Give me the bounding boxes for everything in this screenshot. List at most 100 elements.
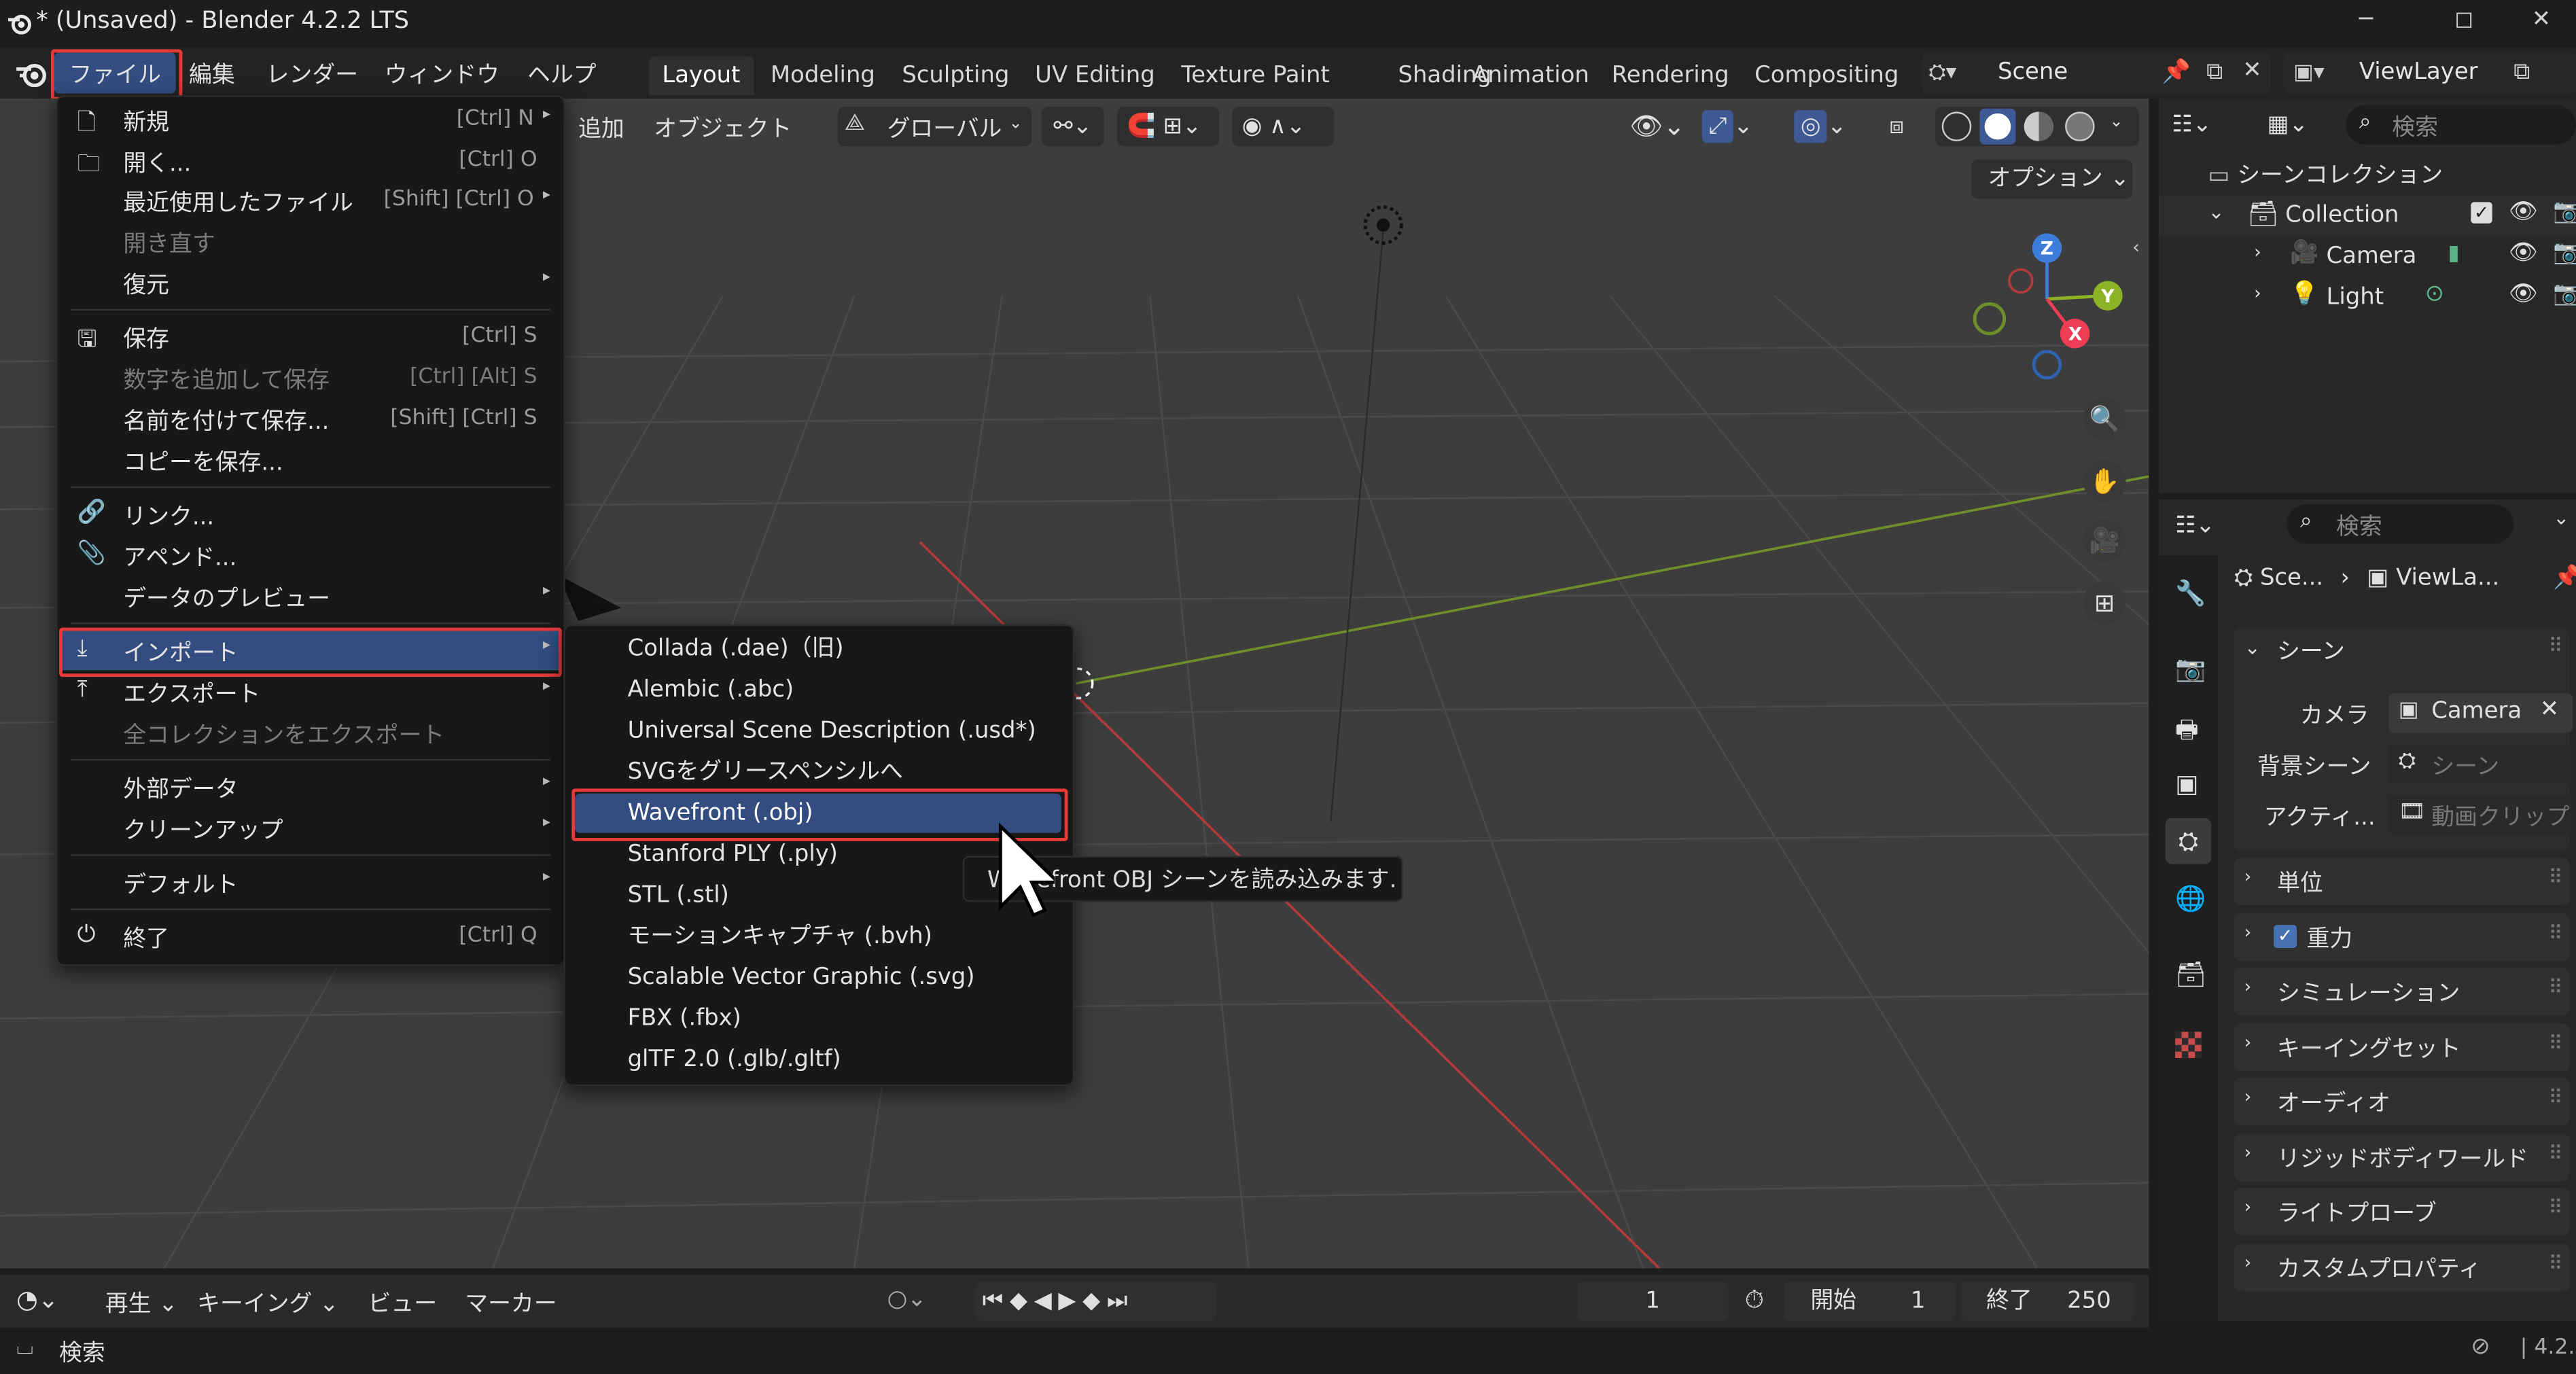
shading-options-chevron-icon[interactable]: ⌄ [2109,113,2123,132]
properties-options-chevron-icon[interactable]: ⌄ [2553,506,2569,529]
rendered-shading-icon[interactable] [2065,111,2095,141]
import-svg-grease-pencil[interactable]: SVGをグリースペンシルへ [628,752,903,792]
outliner-display-mode-icon[interactable]: ▦⌄ [2267,105,2333,145]
menu-item-cleanup[interactable]: クリーンアップ ▸ [60,809,560,848]
perspective-grid-icon[interactable]: ⊞ [2083,581,2126,624]
tool-tab-icon[interactable]: 🔧 [2175,578,2206,608]
view-layer-selector[interactable]: ▣▾ ViewLayer ⧉ [2283,52,2576,94]
import-svg[interactable]: Scalable Vector Graphic (.svg) [628,958,975,998]
pin-icon[interactable]: 📌 [2553,565,2576,592]
texture-tab-icon[interactable] [2175,1032,2202,1059]
gizmo-icon[interactable]: ⤢ ⌄ [1701,107,1778,146]
tab-uv-editing[interactable]: UV Editing [1022,56,1168,95]
menu-help[interactable]: ヘルプ [527,58,597,90]
properties-editor-type-icon[interactable]: ☷⌄ [2175,506,2241,546]
expand-chevron-icon[interactable]: › [2254,241,2261,262]
outliner-item-camera[interactable]: › 🎥 Camera ▮ 👁 📷 [2159,236,2576,277]
render-camera-icon[interactable]: 📷 [2553,281,2576,307]
menu-item-quit[interactable]: ⏻ 終了 [Ctrl] Q [60,917,560,956]
viewport-options-dropdown[interactable]: オプション ⌄ [1971,159,2133,199]
camera-view-icon[interactable]: 🎥 [2083,519,2126,562]
menu-render[interactable]: レンダー [266,58,358,90]
outliner-item-light[interactable]: › 💡 Light ⊙ 👁 📷 [2159,278,2576,319]
audio-panel[interactable]: › オーディオ ⠿ [2234,1078,2570,1126]
menu-file[interactable]: ファイル [69,58,161,90]
tab-sculpting[interactable]: Sculpting [889,56,1023,95]
tab-texture-paint[interactable]: Texture Paint [1168,56,1343,95]
play-icon[interactable]: ▶ [1058,1288,1082,1315]
scene-collection-row[interactable]: ▭ シーンコレクション [2208,158,2443,190]
drag-handle-icon[interactable]: ⠿ [2548,1032,2562,1055]
expand-chevron-icon[interactable]: › [2254,283,2261,304]
minimize-button[interactable]: ─ [2359,7,2373,33]
active-clip-field[interactable]: 🎞 動画クリップ [2388,795,2573,835]
menu-item-save[interactable]: 🖫 保存 [Ctrl] S [60,317,560,357]
gravity-checkbox[interactable]: ✓ [2274,925,2297,949]
keying-sets-panel[interactable]: › キーイングセット ⠿ [2234,1023,2570,1072]
drag-handle-icon[interactable]: ⠿ [2548,634,2562,657]
import-alembic[interactable]: Alembic (.abc) [628,670,794,709]
play-reverse-icon[interactable]: ◀ [1034,1288,1059,1315]
import-usd[interactable]: Universal Scene Description (.usd*) [628,711,1036,751]
drag-handle-icon[interactable]: ⠿ [2548,866,2562,889]
navigation-gizmo[interactable]: Z Y X [1965,230,2136,394]
import-gltf[interactable]: glTF 2.0 (.glb/.gltf) [628,1040,841,1079]
eye-icon[interactable]: 👁 [2509,199,2538,226]
new-view-layer-icon[interactable]: ⧉ [2513,54,2530,90]
render-tab-icon[interactable]: 📷 [2175,654,2206,684]
render-camera-icon[interactable]: 📷 [2553,240,2576,266]
import-collada[interactable]: Collada (.dae)（旧) [628,629,844,669]
outliner-search-input[interactable]: ⌕ 検索 [2346,105,2576,145]
overlay-icon[interactable]: ◎ ⌄ [1794,107,1869,146]
visibility-icon[interactable]: 👁⌄ [1629,107,1692,146]
custom-properties-panel[interactable]: › カスタムプロパティ ⠿ [2234,1244,2570,1292]
menu-item-save-as[interactable]: 名前を付けて保存... [Shift] [Ctrl] S [60,400,560,439]
proportional-edit-icon[interactable]: ◉ ∧⌄ [1232,107,1335,147]
new-scene-icon[interactable]: ⧉ [2206,54,2223,90]
camera-field[interactable]: ▣ Camera ✕ [2388,693,2573,733]
output-tab-icon[interactable]: 🖶 [2175,713,2198,754]
collapse-chevron-icon[interactable]: ⌄ [2208,200,2224,224]
world-tab-icon[interactable]: 🌐 [2175,884,2206,914]
clear-field-icon[interactable]: ✕ [2540,697,2559,723]
menu-item-recover[interactable]: 復元 ▸ [60,263,560,302]
collection-row[interactable]: ⌄ 🗃 Collection ✓ 👁 📷 [2158,195,2576,237]
xray-icon[interactable]: ⧈ [1889,107,1922,146]
outliner-editor-type-icon[interactable]: ☷⌄ [2172,105,2238,145]
import-stl[interactable]: STL (.stl) [628,876,729,915]
tab-rendering[interactable]: Rendering [1598,56,1742,95]
tab-animation[interactable]: Animation [1459,56,1602,95]
timeline-editor-type-icon[interactable]: ◔⌄ [16,1285,58,1315]
maximize-button[interactable]: ◻ [2454,7,2473,33]
import-motion-capture-bvh[interactable]: モーションキャプチャ (.bvh) [628,917,932,956]
menu-item-defaults[interactable]: デフォルト ▸ [60,862,560,902]
menu-edit[interactable]: 編集 [189,58,235,90]
remove-scene-icon[interactable]: ✕ [2242,52,2261,88]
stopwatch-icon[interactable]: ⏱ [1745,1285,1764,1315]
menu-item-data-previews[interactable]: データのプレビュー ▸ [60,577,560,616]
wireframe-shading-icon[interactable] [1941,111,1972,141]
drag-handle-icon[interactable]: ⠿ [2548,1196,2562,1219]
collection-checkbox[interactable]: ✓ [2471,202,2492,224]
blender-menu-icon[interactable] [15,60,51,88]
collection-tab-icon[interactable]: 🗃 [2175,959,2206,989]
sidebar-toggle-icon[interactable]: ‹ [2132,236,2140,258]
close-window-button[interactable]: ✕ [2532,7,2551,33]
scene-tab-icon[interactable]: ⛭ [2165,818,2212,864]
pin-icon[interactable]: 📌 [2162,54,2191,90]
units-panel[interactable]: › 単位 ⠿ [2234,858,2570,906]
menu-item-link[interactable]: 🔗 リンク... [60,495,560,534]
tab-layout[interactable]: Layout [649,56,754,96]
panel-collapse-chevron-icon[interactable]: ⌄ [2244,636,2261,659]
snap-icon[interactable]: 🧲 ⊞⌄ [1117,107,1219,147]
drag-handle-icon[interactable]: ⠿ [2548,921,2562,945]
zoom-icon[interactable]: 🔍 [2083,398,2126,440]
material-shading-icon[interactable] [2024,111,2054,141]
drag-handle-icon[interactable]: ⠿ [2548,1086,2562,1109]
next-keyframe-icon[interactable]: ◆ [1082,1288,1107,1315]
jump-start-icon[interactable]: ⏮ [983,1288,1010,1315]
viewport-object-menu[interactable]: オブジェクト [654,111,792,144]
scene-name[interactable]: Scene [1998,54,2068,90]
rigid-body-world-panel[interactable]: › リジッドボディワールド ⠿ [2234,1133,2570,1182]
menu-item-append[interactable]: 📎 アペンド... [60,535,560,575]
